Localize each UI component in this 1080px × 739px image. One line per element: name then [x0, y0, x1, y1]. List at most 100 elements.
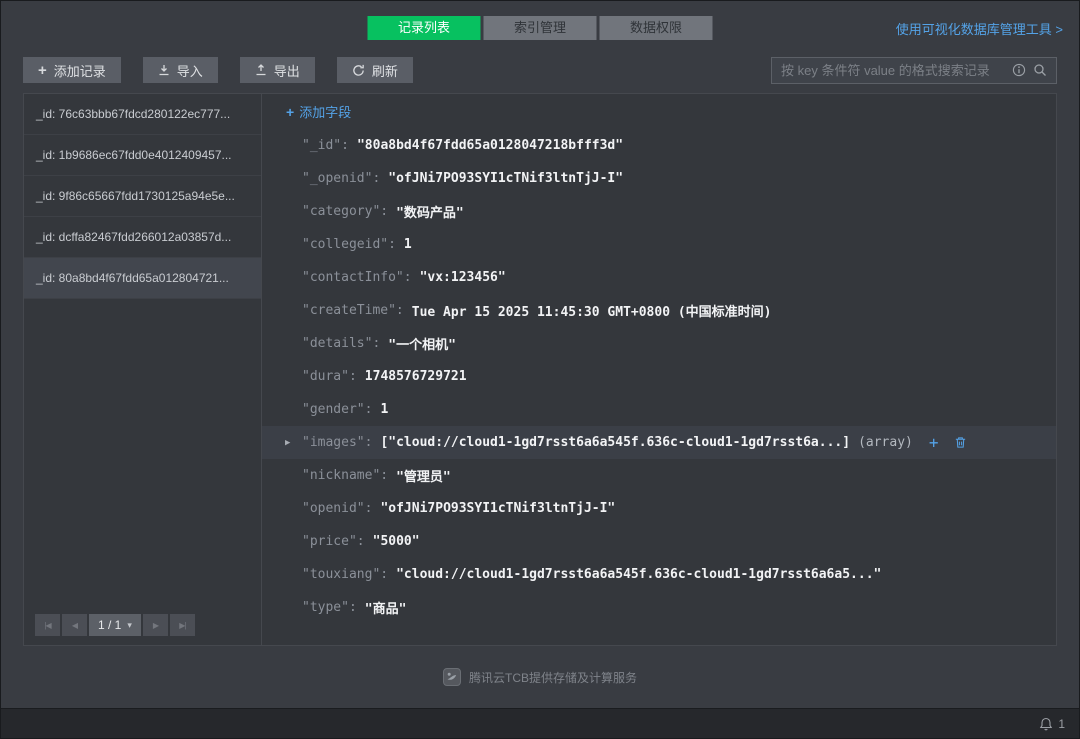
- field-value: "80a8bd4f67fdd65a0128047218bfff3d": [357, 138, 623, 153]
- field-type-suffix: (array): [858, 435, 913, 450]
- record-list-item[interactable]: _id: 80a8bd4f67fdd65a012804721...: [24, 258, 261, 299]
- refresh-icon: [352, 64, 365, 77]
- refresh-button[interactable]: 刷新: [337, 57, 413, 83]
- first-page-button[interactable]: |◀: [35, 614, 60, 636]
- field-value: "5000": [373, 534, 420, 549]
- field-value: "商品": [365, 598, 407, 617]
- field-row[interactable]: ▶ "category": "数码产品": [262, 195, 1056, 228]
- field-value: "管理员": [396, 466, 451, 485]
- tab-2[interactable]: 索引管理: [484, 16, 597, 40]
- add-record-button[interactable]: + 添加记录: [23, 57, 121, 83]
- caret-down-icon: ▾: [127, 620, 132, 631]
- field-row[interactable]: ▶ "type": "商品": [262, 591, 1056, 624]
- field-row[interactable]: ▶ "createTime": Tue Apr 15 2025 11:45:30…: [262, 294, 1056, 327]
- field-key: "dura":: [302, 369, 357, 384]
- field-key: "nickname":: [302, 468, 388, 483]
- field-row[interactable]: ▶ "price": "5000": [262, 525, 1056, 558]
- field-key: "type":: [302, 600, 357, 615]
- content-panel: _id: 76c63bbb67fdcd280122ec777... _id: 1…: [23, 93, 1057, 646]
- field-key: "_id":: [302, 138, 349, 153]
- field-value: 1748576729721: [365, 369, 467, 384]
- last-page-button[interactable]: ▶|: [170, 614, 195, 636]
- notification-count: 1: [1058, 717, 1065, 731]
- app-window: 记录列表索引管理数据权限 使用可视化数据库管理工具 > + 添加记录 导入 导出…: [0, 0, 1080, 739]
- search-box: [771, 57, 1057, 84]
- import-icon: [158, 64, 170, 76]
- prev-page-button[interactable]: ◀: [62, 614, 87, 636]
- field-key: "collegeid":: [302, 237, 396, 252]
- footer-text: 腾讯云TCB提供存储及计算服务: [469, 669, 637, 686]
- plus-icon: +: [286, 105, 294, 119]
- info-icon[interactable]: [1012, 63, 1026, 77]
- next-page-button[interactable]: ▶: [143, 614, 168, 636]
- field-key: "openid":: [302, 501, 372, 516]
- field-value: "一个相机": [388, 334, 456, 353]
- visual-db-tool-link[interactable]: 使用可视化数据库管理工具 >: [896, 19, 1063, 38]
- record-list-item[interactable]: _id: 9f86c65667fdd1730125a94e5e...: [24, 176, 261, 217]
- field-row[interactable]: ▶ "gender": 1: [262, 393, 1056, 426]
- export-label: 导出: [274, 61, 300, 80]
- record-id: _id: 76c63bbb67fdcd280122ec777...: [36, 107, 230, 121]
- field-row[interactable]: ▶ "dura": 1748576729721: [262, 360, 1056, 393]
- field-value: 1: [404, 237, 412, 252]
- field-key: "_openid":: [302, 171, 380, 186]
- field-row[interactable]: ▶ "nickname": "管理员": [262, 459, 1056, 492]
- record-sidebar: _id: 76c63bbb67fdcd280122ec777... _id: 1…: [24, 94, 262, 645]
- field-value: "ofJNi7PO93SYI1cTNif3ltnTjJ-I": [380, 501, 615, 516]
- tcb-logo-icon: [443, 668, 461, 686]
- record-id: _id: dcffa82467fdd266012a03857d...: [36, 230, 231, 244]
- record-id: _id: 9f86c65667fdd1730125a94e5e...: [36, 189, 235, 203]
- field-key: "touxiang":: [302, 567, 388, 582]
- field-key: "contactInfo":: [302, 270, 412, 285]
- search-icon[interactable]: [1033, 63, 1047, 77]
- record-list-item[interactable]: _id: dcffa82467fdd266012a03857d...: [24, 217, 261, 258]
- field-key: "gender":: [302, 402, 372, 417]
- record-list-item[interactable]: _id: 1b9686ec67fdd0e4012409457...: [24, 135, 261, 176]
- page-label: 1 / 1: [98, 618, 121, 632]
- pagination: |◀ ◀ 1 / 1 ▾ ▶ ▶|: [35, 614, 195, 636]
- search-input[interactable]: [781, 63, 1005, 78]
- field-row[interactable]: ▶ "collegeid": 1: [262, 228, 1056, 261]
- export-button[interactable]: 导出: [240, 57, 315, 83]
- add-array-item-icon[interactable]: +: [929, 435, 939, 451]
- field-value: "数码产品": [396, 202, 464, 221]
- delete-field-icon[interactable]: [954, 436, 967, 449]
- field-key: "category":: [302, 204, 388, 219]
- add-field-button[interactable]: + 添加字段: [286, 102, 351, 121]
- record-list: _id: 76c63bbb67fdcd280122ec777... _id: 1…: [24, 94, 261, 299]
- field-key: "price":: [302, 534, 365, 549]
- tab-group: 记录列表索引管理数据权限: [368, 16, 713, 40]
- field-row[interactable]: ▶ "images": ["cloud://cloud1-1gd7rsst6a6…: [262, 426, 1056, 459]
- field-value: ["cloud://cloud1-1gd7rsst6a6a545f.636c-c…: [380, 435, 850, 450]
- field-row[interactable]: ▶ "contactInfo": "vx:123456": [262, 261, 1056, 294]
- field-value: Tue Apr 15 2025 11:45:30 GMT+0800 (中国标准时…: [412, 301, 772, 320]
- notification-bell-icon[interactable]: [1039, 717, 1053, 731]
- plus-icon: +: [38, 63, 47, 78]
- field-value: 1: [380, 402, 388, 417]
- tab-3[interactable]: 数据权限: [600, 16, 713, 40]
- import-button[interactable]: 导入: [143, 57, 218, 83]
- field-row[interactable]: ▶ "_id": "80a8bd4f67fdd65a0128047218bfff…: [262, 129, 1056, 162]
- document-view: + 添加字段 ▶ "_id": "80a8bd4f67fdd65a0128047…: [262, 94, 1056, 645]
- field-row[interactable]: ▶ "openid": "ofJNi7PO93SYI1cTNif3ltnTjJ-…: [262, 492, 1056, 525]
- field-row[interactable]: ▶ "details": "一个相机": [262, 327, 1056, 360]
- tabs-bar: 记录列表索引管理数据权限 使用可视化数据库管理工具 >: [1, 1, 1079, 51]
- field-row[interactable]: ▶ "_openid": "ofJNi7PO93SYI1cTNif3ltnTjJ…: [262, 162, 1056, 195]
- record-id: _id: 80a8bd4f67fdd65a012804721...: [36, 271, 229, 285]
- toolbar: + 添加记录 导入 导出 刷新: [1, 51, 1079, 89]
- field-key: "images":: [302, 435, 372, 450]
- field-row[interactable]: ▶ "touxiang": "cloud://cloud1-1gd7rsst6a…: [262, 558, 1056, 591]
- page-select[interactable]: 1 / 1 ▾: [89, 614, 141, 636]
- add-field-label: 添加字段: [299, 102, 351, 121]
- record-list-item[interactable]: _id: 76c63bbb67fdcd280122ec777...: [24, 94, 261, 135]
- footer: 腾讯云TCB提供存储及计算服务: [1, 646, 1079, 708]
- record-id: _id: 1b9686ec67fdd0e4012409457...: [36, 148, 232, 162]
- tab-1[interactable]: 记录列表: [368, 16, 481, 40]
- expand-arrow-icon[interactable]: ▶: [285, 438, 290, 448]
- status-bar: 1: [1, 708, 1079, 738]
- field-key: "createTime":: [302, 303, 404, 318]
- field-list: ▶ "_id": "80a8bd4f67fdd65a0128047218bfff…: [262, 129, 1056, 624]
- field-value: "vx:123456": [420, 270, 506, 285]
- add-record-label: 添加记录: [54, 61, 106, 80]
- field-value: "ofJNi7PO93SYI1cTNif3ltnTjJ-I": [388, 171, 623, 186]
